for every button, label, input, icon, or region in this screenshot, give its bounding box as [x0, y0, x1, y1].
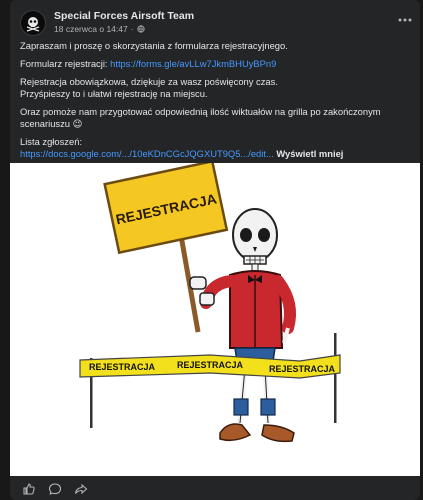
meta-separator: · [130, 24, 134, 34]
registration-paragraph: Rejestracja obowiązkowa, dziękuje za was… [20, 76, 410, 100]
post-header: Special Forces Airsoft Team 18 czerwca o… [10, 0, 420, 40]
thumbs-up-icon[interactable] [22, 482, 36, 496]
list-paragraph: Lista zgłoszeń: https://docs.google.com/… [20, 136, 410, 160]
post-footer [10, 478, 420, 500]
tape-post-right [334, 333, 337, 423]
skeleton-figure [189, 208, 296, 443]
form-link[interactable]: https://forms.gle/avLLw7JkmBHUyBPn9 [110, 58, 276, 69]
registration-line-2: Przyśpieszy to i ułatwi rejestrację na m… [20, 88, 208, 99]
registration-sign: REJESTRACJA [103, 159, 229, 255]
more-options-icon[interactable] [396, 14, 414, 26]
registration-line-1: Rejestracja obowiązkowa, dziękuje za was… [20, 76, 278, 87]
comment-icon[interactable] [48, 482, 62, 496]
intro-paragraph: Zapraszam i proszę o skorzystania z form… [20, 40, 288, 51]
tape-text-2: REJESTRACJA [177, 360, 244, 370]
post-card: Special Forces Airsoft Team 18 czerwca o… [10, 0, 420, 500]
page-name[interactable]: Special Forces Airsoft Team [54, 10, 194, 22]
form-label: Formularz rejestracji: [20, 58, 111, 69]
page-avatar[interactable] [20, 10, 46, 36]
share-icon[interactable] [74, 482, 88, 496]
tape-text-3: REJESTRACJA [269, 364, 336, 374]
food-paragraph: Oraz pomoże nam przygotować odpowiednią … [20, 106, 381, 129]
post-text: Zapraszam i proszę o skorzystania z form… [20, 40, 410, 166]
docs-link[interactable]: https://docs.google.com/.../10eKDnCGcJQG… [20, 148, 274, 159]
registration-illustration: REJESTRACJA REJESTRACJA REJESTRACJA REJE… [79, 159, 341, 443]
post-meta: 18 czerwca o 14:47 · [54, 24, 145, 34]
barrier-tape: REJESTRACJA REJESTRACJA REJESTRACJA [79, 333, 341, 428]
form-paragraph: Formularz rejestracji: https://forms.gle… [20, 58, 410, 70]
post-date[interactable]: 18 czerwca o 14:47 [54, 24, 128, 34]
tape-text-1: REJESTRACJA [89, 362, 156, 372]
skull-logo-icon [26, 17, 40, 32]
globe-icon[interactable] [136, 25, 145, 33]
see-less-button[interactable]: Wyświetl mniej [276, 148, 343, 159]
post-image[interactable]: REJESTRACJA REJESTRACJA REJESTRACJA REJE… [10, 159, 420, 476]
list-label: Lista zgłoszeń: [20, 136, 83, 147]
